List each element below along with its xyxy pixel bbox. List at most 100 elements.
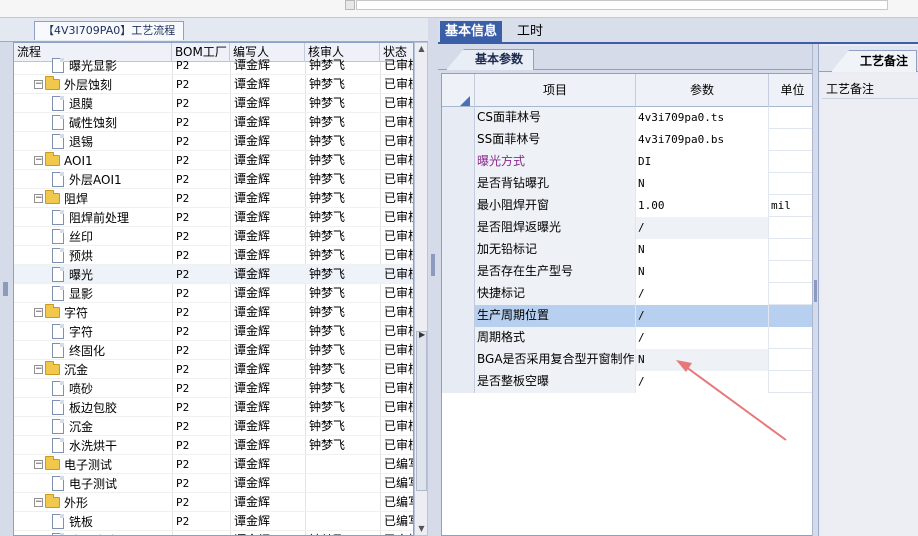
param-row[interactable]: 是否背钻曝孔 N [442, 173, 815, 195]
row-header[interactable] [442, 349, 475, 371]
table-row[interactable]: − 外层蚀刻 P2 谭金辉 钟梦飞 已审核 [14, 75, 413, 94]
param-value[interactable]: 4v3i709pa0.ts [636, 107, 769, 129]
table-row[interactable]: 终固化 P2 谭金辉 钟梦飞 已审核 [14, 341, 413, 360]
param-row[interactable]: SS面菲林号 4v3i709pa0.bs [442, 129, 815, 151]
param-row[interactable]: BGA是否采用复合型开窗制作 N [442, 349, 815, 371]
toolbar-input[interactable] [356, 0, 888, 10]
table-row[interactable]: 外层AOI1 P2 谭金辉 钟梦飞 已审核 [14, 170, 413, 189]
row-header[interactable] [442, 195, 475, 217]
scroll-left-arrow-icon[interactable]: ▶ [419, 330, 425, 339]
tree-node[interactable]: − 外形 [34, 493, 88, 512]
tree-node[interactable]: 喷砂 [52, 379, 93, 398]
tree-node[interactable]: 外层AOI1 [52, 170, 122, 189]
tree-node[interactable]: 退锡 [52, 132, 93, 151]
tree-node[interactable]: 水洗烘干 [52, 436, 117, 455]
param-unit[interactable] [769, 349, 815, 371]
row-header[interactable] [442, 283, 475, 305]
table-row[interactable]: 曝光 P2 谭金辉 钟梦飞 已审核 [14, 265, 413, 284]
process-notes-tab[interactable]: 工艺备注 [831, 50, 918, 72]
row-header-corner[interactable] [442, 74, 475, 107]
param-value[interactable]: 4v3i709pa0.bs [636, 129, 769, 151]
row-header[interactable] [442, 261, 475, 283]
table-row[interactable]: 退锡 P2 谭金辉 钟梦飞 已审核 [14, 132, 413, 151]
tree-node[interactable]: − AOI1 [34, 151, 93, 170]
param-row[interactable]: 是否整板空曝 / [442, 371, 815, 393]
row-header[interactable] [442, 305, 475, 327]
param-row[interactable]: CS面菲林号 4v3i709pa0.ts [442, 107, 815, 129]
table-row[interactable]: − 阻焊 P2 谭金辉 钟梦飞 已审核 [14, 189, 413, 208]
table-row[interactable]: 喷砂 P2 谭金辉 钟梦飞 已审核 [14, 379, 413, 398]
table-row[interactable]: 板边包胶 P2 谭金辉 钟梦飞 已审核 [14, 398, 413, 417]
scroll-up-icon[interactable]: ▲ [417, 45, 426, 53]
tree-node[interactable]: 阻焊前处理 [52, 208, 129, 227]
subtab-basic-params[interactable]: 基本参数 [446, 49, 535, 70]
table-row[interactable]: 电子测试 P2 谭金辉 已编写 [14, 474, 413, 493]
scroll-thumb[interactable] [416, 331, 427, 491]
row-header[interactable] [442, 239, 475, 261]
table-row[interactable]: 显影 P2 谭金辉 钟梦飞 已审核 [14, 284, 413, 303]
table-row[interactable]: 沉金 P2 谭金辉 钟梦飞 已审核 [14, 417, 413, 436]
tree-node[interactable]: − 字符 [34, 303, 88, 322]
param-unit[interactable]: mil [769, 195, 815, 217]
table-row[interactable]: 水洗烘干 P2 谭金辉 钟梦飞 已审核 [14, 436, 413, 455]
scroll-down-icon[interactable]: ▼ [417, 525, 426, 533]
row-header[interactable] [442, 107, 475, 129]
process-notes-body[interactable]: 工艺备注 [822, 74, 918, 536]
table-row[interactable]: − 沉金 P2 谭金辉 钟梦飞 已审核 [14, 360, 413, 379]
tree-node[interactable]: 曝光显影 [52, 56, 117, 75]
right-splitter-handle[interactable] [814, 280, 817, 302]
table-row[interactable]: − 外形 P2 谭金辉 已编写 [14, 493, 413, 512]
table-row[interactable]: 退膜 P2 谭金辉 钟梦飞 已审核 [14, 94, 413, 113]
row-header[interactable] [442, 327, 475, 349]
param-value[interactable]: / [636, 371, 769, 393]
collapse-toggle-icon[interactable]: − [34, 194, 43, 203]
collapse-toggle-icon[interactable]: − [34, 80, 43, 89]
tree-node[interactable]: 显影 [52, 284, 93, 303]
tree-node[interactable]: 电子测试 [52, 474, 117, 493]
row-header[interactable] [442, 173, 475, 195]
param-row[interactable]: 是否阻焊返曝光 / [442, 217, 815, 239]
process-flow-tab[interactable]: 【4V3I709PA0】工艺流程 [34, 21, 185, 40]
tree-node[interactable]: − 沉金 [34, 360, 88, 379]
param-row[interactable]: 加无铅标记 N [442, 239, 815, 261]
param-unit[interactable] [769, 129, 815, 151]
param-row[interactable]: 是否存在生产型号 N [442, 261, 815, 283]
tree-node[interactable]: 预烘 [52, 246, 93, 265]
tree-node[interactable]: 板边包胶 [52, 398, 117, 417]
table-row[interactable]: 预烘 P2 谭金辉 钟梦飞 已审核 [14, 246, 413, 265]
table-row[interactable]: 丝印 P2 谭金辉 钟梦飞 已审核 [14, 227, 413, 246]
collapse-toggle-icon[interactable]: − [34, 365, 43, 374]
param-value[interactable]: N [636, 349, 769, 371]
param-unit[interactable] [769, 151, 815, 173]
tree-node[interactable]: 退膜 [52, 94, 93, 113]
param-unit[interactable] [769, 173, 815, 195]
tree-scrollbar[interactable]: ▲ ▼ [414, 42, 428, 536]
collapse-toggle-icon[interactable]: − [34, 460, 43, 469]
tree-node[interactable]: − 外层蚀刻 [34, 75, 112, 94]
param-row[interactable]: 曝光方式 DI [442, 151, 815, 173]
param-row[interactable]: 最小阻焊开窗 1.00 mil [442, 195, 815, 217]
tree-node[interactable]: 碱性蚀刻 [52, 113, 117, 132]
tree-node[interactable]: 铣板 [52, 512, 93, 531]
tree-node[interactable]: 终固化 [52, 341, 105, 360]
collapse-handle[interactable] [3, 282, 8, 296]
collapse-toggle-icon[interactable]: − [34, 308, 43, 317]
param-unit[interactable] [769, 239, 815, 261]
table-row[interactable]: 曝光显影 P2 谭金辉 钟梦飞 已审核 [14, 56, 413, 75]
table-row[interactable]: − AOI1 P2 谭金辉 钟梦飞 已审核 [14, 151, 413, 170]
tab-work-hours[interactable]: 工时 [514, 21, 546, 44]
table-row[interactable]: − 字符 P2 谭金辉 钟梦飞 已审核 [14, 303, 413, 322]
tree-node[interactable]: − 电子测试 [34, 455, 112, 474]
col-header-item[interactable]: 项目 [475, 74, 636, 107]
param-row[interactable]: 快捷标记 / [442, 283, 815, 305]
param-row[interactable]: 生产周期位置 / [442, 305, 815, 327]
table-row[interactable]: 字符 P2 谭金辉 钟梦飞 已审核 [14, 322, 413, 341]
collapse-toggle-icon[interactable]: − [34, 156, 43, 165]
panel-splitter[interactable] [428, 18, 438, 536]
param-unit[interactable] [769, 283, 815, 305]
col-header-unit[interactable]: 单位 [769, 74, 815, 107]
param-unit[interactable] [769, 107, 815, 129]
param-value[interactable]: / [636, 327, 769, 349]
row-header[interactable] [442, 129, 475, 151]
param-unit[interactable] [769, 371, 815, 393]
